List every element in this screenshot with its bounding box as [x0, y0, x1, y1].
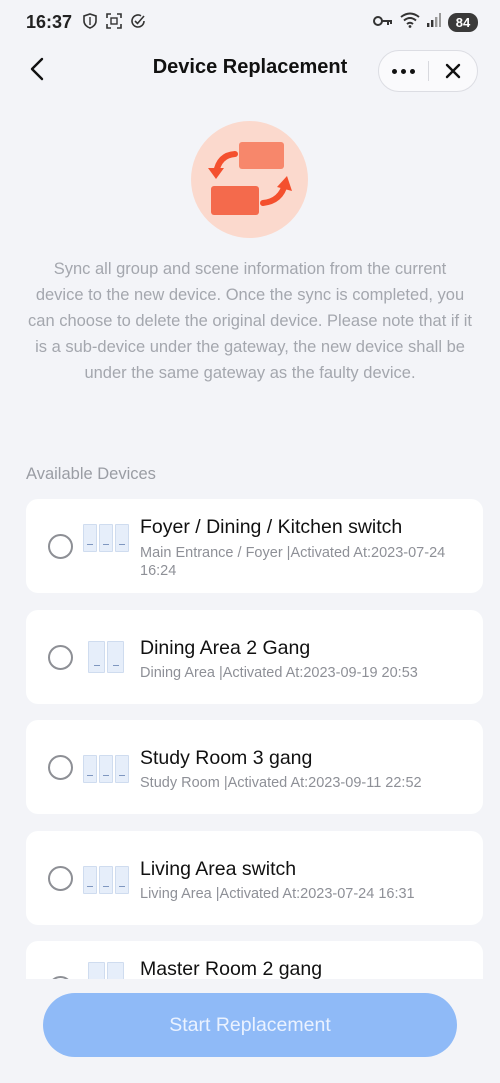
device-name: Foyer / Dining / Kitchen switch: [140, 516, 403, 538]
description-text: Sync all group and scene information fro…: [28, 260, 472, 382]
close-icon: [445, 63, 460, 79]
radio-button[interactable]: [48, 534, 73, 559]
device-name: Study Room 3 gang: [140, 747, 313, 769]
check-circle-icon: [130, 13, 146, 32]
replace-illustration: [191, 121, 308, 238]
start-replacement-button[interactable]: Start Replacement: [43, 993, 457, 1057]
device-card[interactable]: Master Room 2 gang: [26, 941, 483, 979]
radio-button[interactable]: [48, 755, 73, 780]
wifi-icon: [400, 12, 420, 32]
swap-devices-icon: [208, 142, 292, 215]
device-meta: Main Entrance / Foyer |Activated At:2023…: [140, 545, 446, 579]
switch-3-gang-icon: [83, 524, 129, 552]
device-meta: Dining Area |Activated At:2023-09-19 20:…: [140, 664, 418, 681]
scan-icon: [106, 12, 122, 32]
device-card[interactable]: Living Area switch Living Area |Activate…: [26, 830, 483, 925]
device-name: Master Room 2 gang: [140, 958, 323, 979]
device-card[interactable]: Dining Area 2 Gang Dining Area |Activate…: [26, 609, 483, 704]
shield-icon: [82, 12, 98, 32]
mini-program-capsule: [378, 50, 478, 92]
device-name: Living Area switch: [140, 857, 297, 880]
more-button[interactable]: [379, 51, 428, 91]
status-right-icons: 84: [373, 12, 478, 32]
device-meta: Study Room |Activated At:2023-09-11 22:5…: [140, 775, 422, 791]
key-icon: [373, 14, 393, 31]
device-list[interactable]: Foyer / Dining / Kitchen switch Main Ent…: [26, 499, 483, 979]
device-meta: Living Area |Activated At:2023-07-24 16:…: [140, 885, 415, 902]
signal-icon: [427, 13, 441, 31]
battery-indicator: 84: [448, 12, 478, 32]
close-button[interactable]: [429, 51, 478, 91]
radio-button[interactable]: [48, 865, 73, 891]
section-title: Available Devices: [26, 465, 156, 483]
switch-3-gang-icon: [83, 755, 129, 783]
device-card[interactable]: Study Room 3 gang Study Room |Activated …: [26, 720, 483, 814]
status-time: 16:37: [26, 11, 73, 32]
switch-2-gang-icon: [88, 962, 124, 979]
switch-2-gang-icon: [88, 640, 124, 673]
radio-button[interactable]: [48, 644, 73, 670]
more-icon: [391, 68, 415, 74]
status-bar: 16:37 84: [0, 0, 500, 44]
device-name: Dining Area 2 Gang: [140, 636, 311, 659]
header: Device Replacement: [0, 44, 500, 94]
device-card[interactable]: Foyer / Dining / Kitchen switch Main Ent…: [26, 499, 483, 593]
status-left-icons: [82, 12, 146, 32]
switch-3-gang-icon: [83, 865, 129, 894]
